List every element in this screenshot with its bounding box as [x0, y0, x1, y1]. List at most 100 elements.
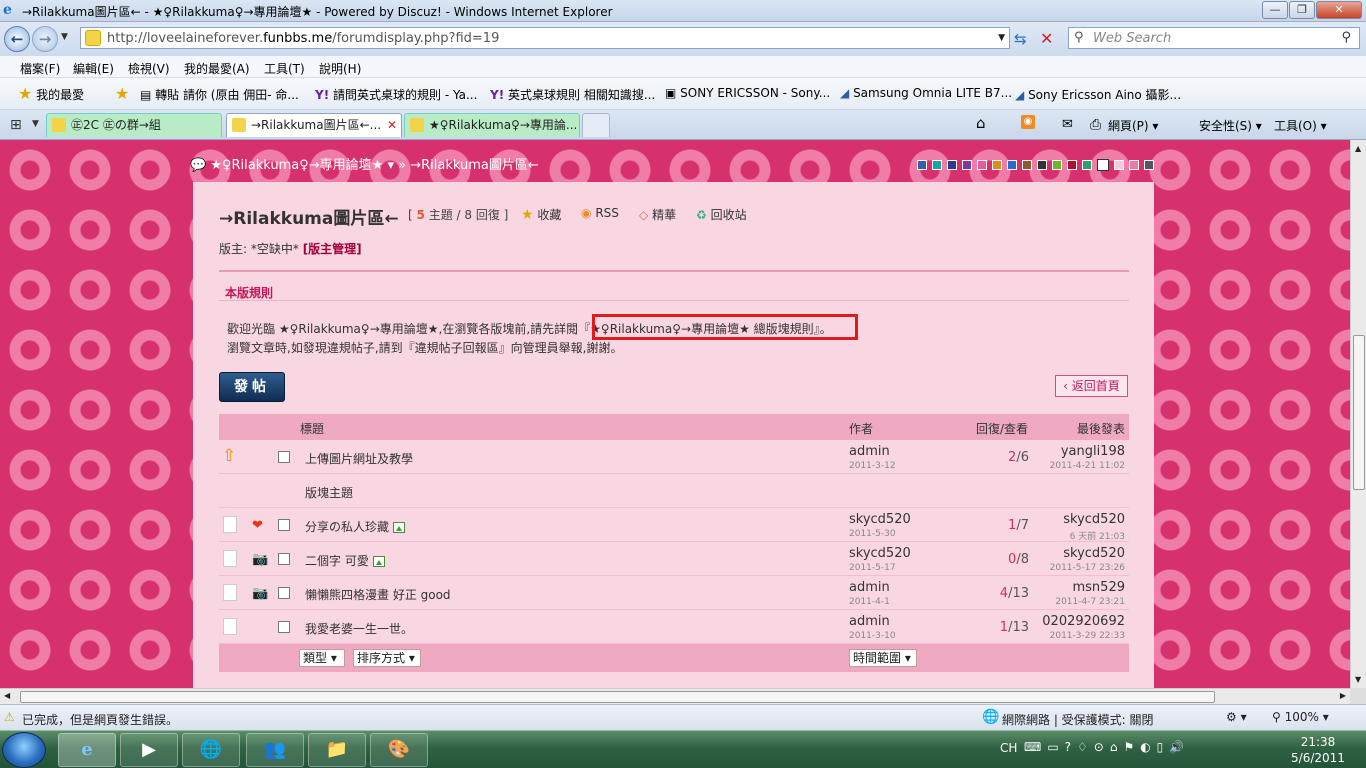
theme-swatch[interactable]: [1129, 160, 1139, 170]
theme-swatch[interactable]: [1144, 160, 1154, 170]
thread-title[interactable]: 二個字 可愛: [305, 552, 385, 569]
language-indicator[interactable]: CH: [1000, 741, 1017, 755]
close-tab-icon[interactable]: ✕: [387, 114, 397, 136]
time-range-select[interactable]: 時間範圍 ▾: [849, 649, 917, 667]
thread-checkbox[interactable]: [278, 621, 290, 633]
rss-link[interactable]: ◉ RSS: [581, 206, 619, 220]
warning-icon[interactable]: ⚠: [4, 710, 15, 724]
thread-title[interactable]: 上傳圖片網址及教學: [305, 450, 413, 467]
recycle-bin-link[interactable]: ♻ 回收站: [696, 206, 747, 223]
security-zone[interactable]: 網際網路 | 受保護模式: 關閉: [1002, 711, 1154, 728]
theme-swatch[interactable]: [1052, 160, 1062, 170]
table-row[interactable]: 📷 懶懶熊四格漫畫 好正 good admin 2011-4-1 4/13 ms…: [219, 576, 1129, 610]
table-row[interactable]: ❤ 分享の私人珍藏 skycd520 2011-5-30 1/7 skycd52…: [219, 508, 1129, 542]
address-dropdown-icon[interactable]: ▼: [998, 33, 1005, 43]
theme-swatch[interactable]: [917, 160, 927, 170]
rss-feed-icon[interactable]: ◉: [1021, 115, 1035, 129]
back-nav-button[interactable]: ←: [4, 26, 30, 52]
thread-author[interactable]: admin: [849, 614, 890, 629]
tab-2c-group[interactable]: ㊣2C ㊣の群→組: [46, 113, 222, 137]
thread-checkbox[interactable]: [278, 451, 290, 463]
menu-edit[interactable]: 編輯(E): [73, 60, 114, 77]
theme-swatch[interactable]: [962, 160, 972, 170]
scroll-right-icon[interactable]: ▶: [1340, 691, 1346, 700]
favorite-forum-link[interactable]: ★ 收藏: [521, 206, 561, 223]
new-post-button[interactable]: 發帖: [219, 372, 285, 402]
new-tab-button[interactable]: [582, 113, 610, 137]
theme-swatch[interactable]: [1037, 160, 1047, 170]
minimize-button[interactable]: —: [1262, 1, 1288, 19]
search-box[interactable]: ⚲ Web Search ⚲: [1068, 27, 1360, 49]
taskbar-messenger-icon[interactable]: 👥: [246, 733, 304, 767]
last-poster[interactable]: 0202920692: [1042, 614, 1125, 629]
thread-author[interactable]: skycd520: [849, 546, 911, 561]
thread-title[interactable]: 懶懶熊四格漫畫 好正 good: [305, 586, 451, 603]
scroll-up-icon[interactable]: ▲: [1355, 144, 1361, 153]
clock[interactable]: 21:38 5/6/2011: [1278, 734, 1358, 766]
home-icon[interactable]: ⌂: [976, 114, 986, 132]
taskbar-media-player-icon[interactable]: ▶: [120, 733, 178, 767]
start-button[interactable]: [2, 732, 46, 768]
breadcrumb-current[interactable]: →Rilakkuma圖片區←: [410, 158, 539, 173]
vertical-scrollbar[interactable]: ▲ ▼: [1350, 140, 1366, 688]
history-dropdown-icon[interactable]: ▼: [61, 32, 68, 42]
favorite-link-5[interactable]: ◢ Samsung Omnia LITE B7...: [840, 86, 1012, 100]
last-poster[interactable]: yangli198: [1061, 444, 1125, 459]
tray-icons[interactable]: ⌨▭?♢⊙⌂⚑◐▯🔊: [1024, 740, 1190, 754]
theme-swatch-selected[interactable]: [1097, 159, 1109, 171]
thread-author[interactable]: admin: [849, 444, 890, 459]
taskbar-explorer-icon[interactable]: 📁: [308, 733, 366, 767]
favorites-button[interactable]: ★ 我的最愛: [18, 84, 84, 103]
address-url[interactable]: http://loveelaineforever.funbbs.me/forum…: [107, 31, 499, 46]
thread-title[interactable]: 分享の私人珍藏: [305, 518, 406, 535]
menu-file[interactable]: 檔案(F): [20, 60, 60, 77]
stop-icon[interactable]: ✕: [1040, 29, 1053, 48]
thread-checkbox[interactable]: [278, 519, 290, 531]
theme-swatch[interactable]: [1022, 160, 1032, 170]
table-row[interactable]: 我愛老婆一生一世。 admin 2011-3-10 1/13 020292069…: [219, 610, 1129, 644]
last-poster[interactable]: skycd520: [1063, 546, 1125, 561]
scroll-down-icon[interactable]: ▼: [1355, 675, 1361, 684]
protected-mode-icon[interactable]: ⚙ ▾: [1226, 710, 1247, 724]
thread-checkbox[interactable]: [278, 553, 290, 565]
theme-swatch[interactable]: [1007, 160, 1017, 170]
theme-swatch[interactable]: [932, 160, 942, 170]
tab-list-icon[interactable]: ▼: [32, 119, 39, 129]
safety-menu[interactable]: 安全性(S) ▾: [1199, 117, 1262, 134]
last-poster[interactable]: skycd520: [1063, 512, 1125, 527]
digest-link[interactable]: ◇ 精華: [639, 206, 676, 223]
last-poster[interactable]: msn529: [1073, 580, 1126, 595]
theme-swatch[interactable]: [992, 160, 1002, 170]
tools-menu[interactable]: 工具(O) ▾: [1274, 117, 1327, 134]
favorite-link-6[interactable]: ◢ Sony Ericsson Aino 攝影...: [1015, 86, 1181, 103]
menu-view[interactable]: 檢視(V): [128, 60, 170, 77]
scroll-left-icon[interactable]: ◀: [4, 691, 10, 700]
page-menu[interactable]: 網頁(P) ▾: [1108, 117, 1158, 134]
quick-tabs-icon[interactable]: ⊞: [10, 117, 22, 133]
forward-nav-button[interactable]: →: [32, 26, 58, 52]
taskbar-ie-icon[interactable]: e: [58, 733, 116, 767]
table-row[interactable]: ⇧ 上傳圖片網址及教學 admin 2011-3-12 2/6 yangli19…: [219, 440, 1129, 474]
thread-checkbox[interactable]: [278, 587, 290, 599]
refresh-icon[interactable]: ⇆: [1014, 30, 1027, 48]
thread-title[interactable]: 我愛老婆一生一世。: [305, 620, 413, 637]
menu-tools[interactable]: 工具(T): [264, 60, 305, 77]
taskbar-globe-icon[interactable]: 🌐: [182, 733, 240, 767]
read-mail-icon[interactable]: ✉: [1062, 117, 1073, 132]
search-input[interactable]: Web Search: [1093, 31, 1171, 46]
type-filter-select[interactable]: 類型 ▾: [299, 649, 345, 667]
thread-author[interactable]: skycd520: [849, 512, 911, 527]
add-favorite-icon[interactable]: ★: [115, 84, 129, 103]
favorite-link-4[interactable]: ▣ SONY ERICSSON - Sony...: [665, 86, 830, 100]
taskbar-paint-icon[interactable]: 🎨: [370, 733, 428, 767]
favorite-link-2[interactable]: Y! 請問英式桌球的規則 - Ya...: [315, 86, 477, 103]
horizontal-scrollbar[interactable]: ◀ ▶: [0, 688, 1350, 704]
theme-swatch[interactable]: [977, 160, 987, 170]
favorite-link-3[interactable]: Y! 英式桌球規則 相關知識搜...: [490, 86, 655, 103]
close-button[interactable]: ✕: [1316, 1, 1362, 19]
table-row[interactable]: 📷 二個字 可愛 skycd520 2011-5-17 0/8 skycd520…: [219, 542, 1129, 576]
address-bar[interactable]: http://loveelaineforever.funbbs.me/forum…: [80, 27, 1010, 49]
menu-favorites[interactable]: 我的最愛(A): [184, 60, 250, 77]
maximize-button[interactable]: ❐: [1289, 1, 1315, 19]
print-icon[interactable]: ⎙: [1090, 117, 1101, 133]
